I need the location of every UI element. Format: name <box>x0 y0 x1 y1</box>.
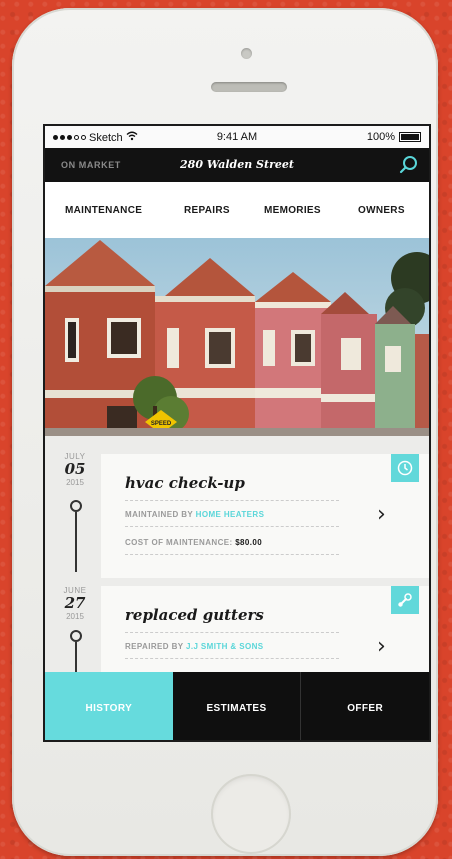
page-title: 280 Walden Street <box>180 158 294 171</box>
entry-title: replaced gutters <box>125 606 264 624</box>
history-timeline: JULY 05 2015 hvac check-up MAINTAINED BY… <box>45 436 429 672</box>
entry-cost: COST OF MAINTENANCE: $80.00 <box>125 538 262 547</box>
tab-repairs[interactable]: REPAIRS <box>184 205 230 216</box>
speaker <box>211 82 287 92</box>
provider-label: REPAIRED BY <box>125 642 184 651</box>
provider-label: MAINTAINED BY <box>125 510 194 519</box>
nav-estimates[interactable]: ESTIMATES <box>172 672 302 740</box>
chevron-right-icon[interactable]: › <box>377 634 386 659</box>
entry-title: hvac check-up <box>125 474 245 492</box>
bottom-navigation: HISTORY ESTIMATES OFFER <box>45 672 429 740</box>
tab-memories[interactable]: MEMORIES <box>264 205 321 216</box>
app-screen: Sketch 9:41 AM 100% ON MARKET 280 Walden… <box>43 124 431 742</box>
nav-offer[interactable]: OFFER <box>301 672 429 740</box>
entry-date: JUNE 27 2015 <box>53 586 97 621</box>
history-card[interactable]: hvac check-up MAINTAINED BY HOME HEATERS… <box>101 454 429 578</box>
entry-date: JULY 05 2015 <box>53 452 97 487</box>
app-header: ON MARKET 280 Walden Street <box>45 148 429 182</box>
section-tabs: MAINTENANCE REPAIRS MEMORIES OWNERS <box>45 182 429 239</box>
search-icon[interactable] <box>399 155 419 175</box>
cost-value: $80.00 <box>235 538 263 547</box>
timeline-line <box>75 512 77 572</box>
divider <box>125 500 339 501</box>
cost-label: COST OF MAINTENANCE: <box>125 538 233 547</box>
entry-day: 05 <box>64 460 86 478</box>
entry-year: 2015 <box>66 612 84 621</box>
house-photo: SPEED <box>45 238 429 436</box>
battery-icon <box>399 132 421 142</box>
entry-day: 27 <box>64 594 86 612</box>
clock-icon <box>391 454 419 482</box>
timeline-line <box>75 642 77 672</box>
tab-owners[interactable]: OWNERS <box>358 205 405 216</box>
nav-history[interactable]: HISTORY <box>45 672 173 740</box>
street-sign-text: SPEED <box>151 421 172 427</box>
camera <box>241 48 252 59</box>
status-bar: Sketch 9:41 AM 100% <box>45 126 429 148</box>
tab-maintenance[interactable]: MAINTENANCE <box>65 205 142 216</box>
entry-provider: MAINTAINED BY HOME HEATERS <box>125 510 264 519</box>
history-card[interactable]: replaced gutters REPAIRED BY J.J SMITH &… <box>101 586 429 672</box>
timeline-dot <box>70 630 82 642</box>
divider <box>125 658 339 659</box>
provider-link[interactable]: HOME HEATERS <box>196 510 265 519</box>
timeline-dot <box>70 500 82 512</box>
divider <box>125 554 339 555</box>
divider <box>125 526 339 527</box>
provider-link[interactable]: J.J SMITH & SONS <box>186 642 264 651</box>
battery-percent: 100% <box>366 131 395 143</box>
home-button[interactable] <box>211 774 291 854</box>
entry-provider: REPAIRED BY J.J SMITH & SONS <box>125 642 264 651</box>
entry-year: 2015 <box>66 478 84 487</box>
divider <box>125 632 339 633</box>
wrench-icon <box>391 586 419 614</box>
chevron-right-icon[interactable]: › <box>377 502 386 527</box>
